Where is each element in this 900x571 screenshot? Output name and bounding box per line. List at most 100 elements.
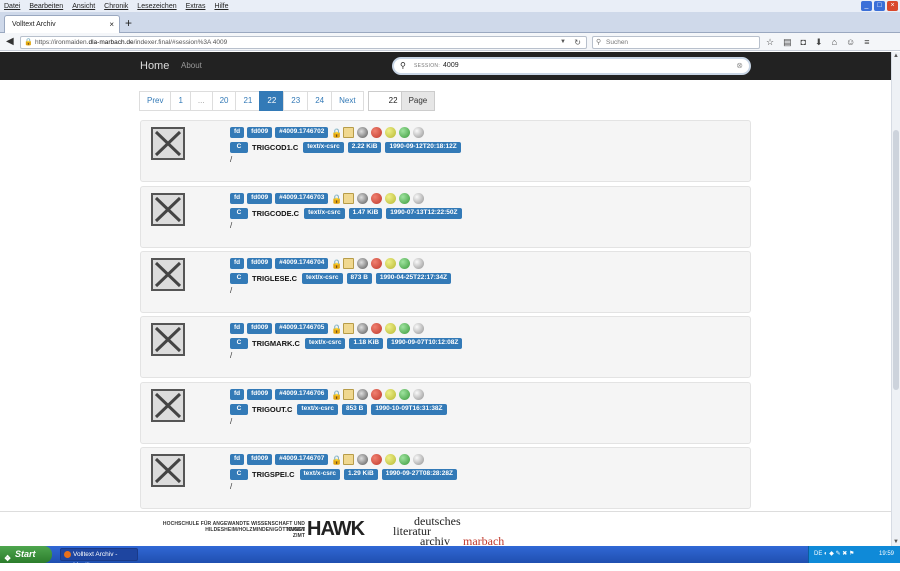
status-yellow-icon[interactable] xyxy=(385,127,397,138)
status-grey-icon[interactable] xyxy=(413,454,425,465)
status-red-icon[interactable] xyxy=(371,323,383,334)
close-tab-icon[interactable]: × xyxy=(109,16,114,33)
maximize-icon[interactable]: □ xyxy=(874,1,885,11)
tools-icon[interactable] xyxy=(357,389,369,400)
menu-chronik[interactable]: Chronik xyxy=(104,3,128,10)
file-name[interactable]: TRIGSPEI.C xyxy=(252,470,295,479)
record-hash-label[interactable]: #4009.1746707 xyxy=(275,454,329,465)
dropdown-icon[interactable]: ▼ xyxy=(560,37,566,48)
menu-datei[interactable]: Datei xyxy=(4,3,20,10)
file-name[interactable]: TRIGOUT.C xyxy=(252,405,292,414)
mime-type-label[interactable]: text/x-csrc xyxy=(304,338,346,349)
back-icon[interactable]: ◀ xyxy=(6,36,14,48)
browser-tab[interactable]: Volltext Archiv × xyxy=(4,15,120,33)
tools-icon[interactable] xyxy=(357,323,369,334)
tools-icon[interactable] xyxy=(357,454,369,465)
tools-icon[interactable] xyxy=(357,258,369,269)
status-yellow-icon[interactable] xyxy=(385,389,397,400)
chat-icon[interactable]: ☺ xyxy=(846,36,855,48)
file-name[interactable]: TRIGCOD1.C xyxy=(252,143,298,152)
lock-icon[interactable]: 🔒 xyxy=(331,324,342,334)
disk-label[interactable]: fd xyxy=(230,389,245,400)
bookmarks-icon[interactable]: ▤ xyxy=(783,36,792,48)
minimize-icon[interactable]: _ xyxy=(861,1,872,11)
disk-id-label[interactable]: fd009 xyxy=(247,389,273,400)
lock-icon[interactable]: 🔒 xyxy=(331,390,342,400)
file-name[interactable]: TRIGLESE.C xyxy=(252,274,297,283)
record-hash-label[interactable]: #4009.1746704 xyxy=(275,258,329,269)
page-button[interactable]: 1 xyxy=(170,91,191,111)
page-button[interactable]: 21 xyxy=(235,91,261,111)
status-green-icon[interactable] xyxy=(399,323,411,334)
menu-ansicht[interactable]: Ansicht xyxy=(72,3,95,10)
disk-label[interactable]: fd xyxy=(230,127,245,138)
disk-label[interactable]: fd xyxy=(230,258,245,269)
status-green-icon[interactable] xyxy=(399,454,411,465)
new-tab-icon[interactable]: + xyxy=(125,15,132,31)
disk-id-label[interactable]: fd009 xyxy=(247,127,273,138)
close-window-icon[interactable]: × xyxy=(887,1,898,11)
home-icon[interactable]: ⌂ xyxy=(832,36,837,48)
language-label[interactable]: C xyxy=(230,338,248,349)
mime-type-label[interactable]: text/x-csrc xyxy=(303,142,344,153)
status-grey-icon[interactable] xyxy=(413,258,425,269)
go-page-button[interactable]: Page xyxy=(400,91,436,111)
prev-button[interactable]: Prev xyxy=(139,91,172,111)
file-name[interactable]: TRIGMARK.C xyxy=(252,339,300,348)
mime-type-label[interactable]: text/x-csrc xyxy=(297,404,338,415)
record-hash-label[interactable]: #4009.1746706 xyxy=(275,389,329,400)
file-name[interactable]: TRIGCODE.C xyxy=(252,209,299,218)
page-button[interactable]: 23 xyxy=(283,91,309,111)
status-grey-icon[interactable] xyxy=(413,127,425,138)
page-button-active[interactable]: 22 xyxy=(259,91,285,111)
status-green-icon[interactable] xyxy=(399,193,411,204)
lock-icon[interactable]: 🔒 xyxy=(331,455,342,465)
status-grey-icon[interactable] xyxy=(413,193,425,204)
start-button[interactable]: ❖ Start xyxy=(0,546,52,563)
document-icon[interactable] xyxy=(343,389,355,400)
disk-id-label[interactable]: fd009 xyxy=(247,258,273,269)
record-hash-label[interactable]: #4009.1746705 xyxy=(275,323,329,334)
menu-bearbeiten[interactable]: Bearbeiten xyxy=(29,3,63,10)
status-red-icon[interactable] xyxy=(371,454,383,465)
status-green-icon[interactable] xyxy=(399,258,411,269)
status-green-icon[interactable] xyxy=(399,389,411,400)
pocket-icon[interactable]: ◘ xyxy=(801,36,806,48)
mime-type-label[interactable]: text/x-csrc xyxy=(304,208,345,219)
hamburger-menu-icon[interactable]: ≡ xyxy=(864,36,869,48)
menu-lesezeichen[interactable]: Lesezeichen xyxy=(137,3,176,10)
bookmark-star-icon[interactable]: ☆ xyxy=(766,36,774,48)
menu-hilfe[interactable]: Hilfe xyxy=(214,3,228,10)
tools-icon[interactable] xyxy=(357,127,369,138)
record-hash-label[interactable]: #4009.1746702 xyxy=(275,127,329,138)
language-indicator[interactable]: DE xyxy=(814,551,822,557)
scroll-up-icon[interactable]: ▲ xyxy=(893,53,899,59)
language-label[interactable]: C xyxy=(230,142,248,153)
document-icon[interactable] xyxy=(343,454,355,465)
disk-label[interactable]: fd xyxy=(230,454,245,465)
lock-icon[interactable]: 🔒 xyxy=(331,128,342,138)
home-link[interactable]: Home xyxy=(140,60,169,72)
disk-id-label[interactable]: fd009 xyxy=(247,323,273,334)
mime-type-label[interactable]: text/x-csrc xyxy=(302,273,343,284)
disk-label[interactable]: fd xyxy=(230,193,245,204)
status-yellow-icon[interactable] xyxy=(385,454,397,465)
about-link[interactable]: About xyxy=(181,61,202,70)
status-grey-icon[interactable] xyxy=(413,389,425,400)
status-red-icon[interactable] xyxy=(371,258,383,269)
disk-id-label[interactable]: fd009 xyxy=(247,193,273,204)
browser-search-input[interactable]: ⚲ Suchen xyxy=(592,36,760,49)
disk-id-label[interactable]: fd009 xyxy=(247,454,273,465)
tools-icon[interactable] xyxy=(357,193,369,204)
status-grey-icon[interactable] xyxy=(413,323,425,334)
status-green-icon[interactable] xyxy=(399,127,411,138)
page-button[interactable]: 20 xyxy=(211,91,237,111)
document-icon[interactable] xyxy=(343,193,355,204)
scrollbar-thumb[interactable] xyxy=(893,130,899,390)
session-search-input[interactable]: ⚲ SESSION: 4009 ⊗ xyxy=(392,57,751,75)
page-button[interactable]: 24 xyxy=(307,91,333,111)
language-label[interactable]: C xyxy=(230,404,248,415)
status-red-icon[interactable] xyxy=(371,389,383,400)
language-label[interactable]: C xyxy=(230,208,248,219)
document-icon[interactable] xyxy=(343,323,355,334)
